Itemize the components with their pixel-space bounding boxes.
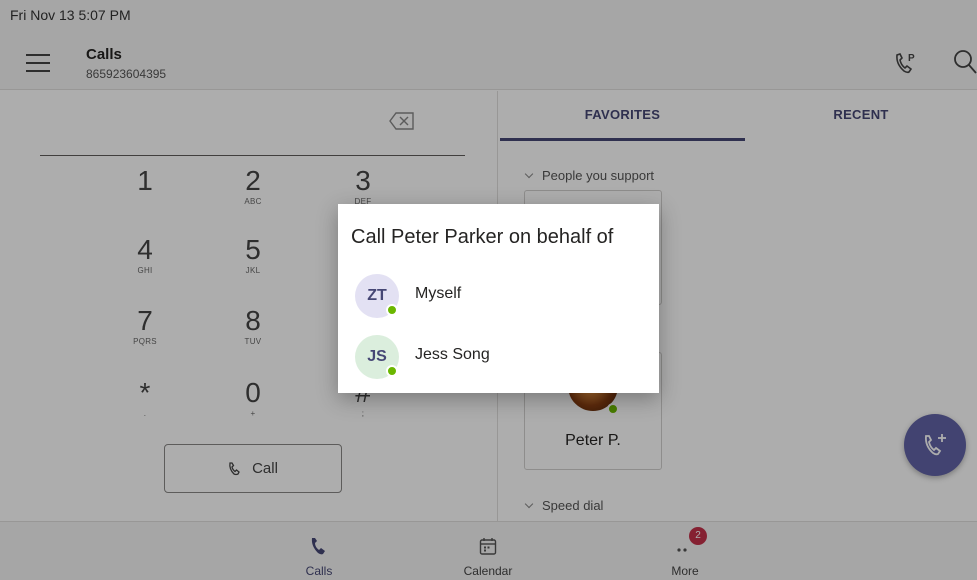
- option-myself[interactable]: ZT Myself: [338, 270, 659, 326]
- option-name: Jess Song: [415, 346, 490, 363]
- presence-available-icon: [386, 304, 398, 316]
- option-name: Myself: [415, 285, 462, 302]
- presence-available-icon: [386, 365, 398, 377]
- call-on-behalf-dialog: Call Peter Parker on behalf of ZT Myself…: [338, 204, 659, 393]
- option-jess-song[interactable]: JS Jess Song: [338, 331, 659, 387]
- dialog-title: Call Peter Parker on behalf of: [351, 226, 614, 248]
